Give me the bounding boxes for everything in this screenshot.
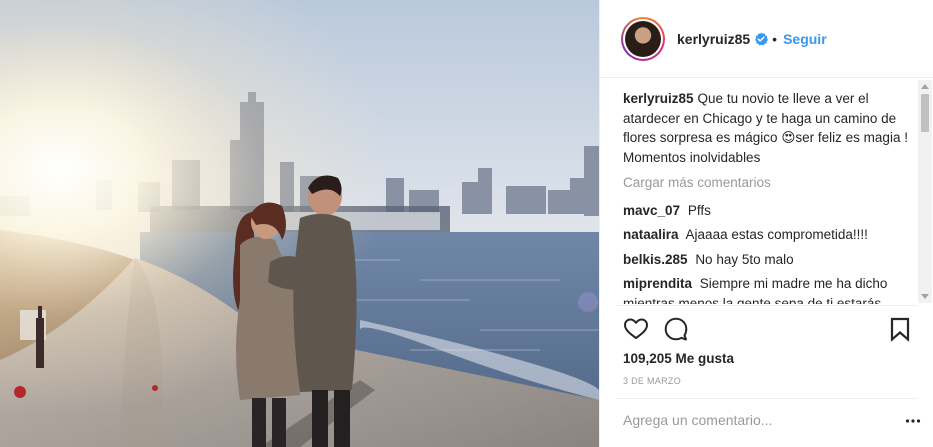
avatar[interactable] <box>621 16 665 61</box>
list-item: nataalira Ajaaaa estas comprometida!!!! <box>623 225 913 245</box>
list-item: belkis.285 No hay 5to malo <box>623 250 913 270</box>
comments-scrollbar[interactable] <box>918 80 932 303</box>
follow-button[interactable]: Seguir <box>783 31 827 47</box>
separator-dot: • <box>772 30 778 47</box>
more-options-icon[interactable] <box>905 413 921 429</box>
post-photo[interactable] <box>0 0 599 447</box>
heart-icon[interactable] <box>623 316 649 342</box>
likes-count[interactable]: 109,205 Me gusta <box>623 351 734 366</box>
heart-eyes-emoji: 😍 <box>781 130 796 145</box>
comment-text: Pffs <box>687 202 711 218</box>
scroll-down-arrow-icon[interactable] <box>921 294 929 299</box>
avatar-border <box>623 18 663 59</box>
scroll-up-arrow-icon[interactable] <box>921 84 929 89</box>
divider <box>616 305 918 306</box>
post-actions <box>623 316 913 344</box>
list-item: miprendita Siempre mi madre me ha dicho … <box>623 274 913 304</box>
comments-list[interactable]: kerlyruiz85 Que tu novio te lleve a ver e… <box>623 89 913 304</box>
caption: kerlyruiz85 Que tu novio te lleve a ver e… <box>623 89 913 167</box>
post-date[interactable]: 3 DE MARZO <box>623 376 681 386</box>
load-more-comments-link[interactable]: Cargar más comentarios <box>623 173 913 193</box>
header-username[interactable]: kerlyruiz85 <box>677 31 750 47</box>
comment-text: No hay 5to malo <box>695 251 794 267</box>
comment-username[interactable]: nataalira <box>623 227 679 242</box>
divider <box>616 398 918 399</box>
comment-bubble-icon[interactable] <box>663 316 689 342</box>
comment-text: Ajaaaa estas comprometida!!!! <box>685 227 868 242</box>
scrollbar-thumb[interactable] <box>921 94 929 132</box>
bookmark-icon[interactable] <box>887 316 913 342</box>
avatar-image <box>625 20 661 57</box>
verified-badge-icon <box>755 32 769 45</box>
comment-username[interactable]: belkis.285 <box>623 252 688 267</box>
post-header: kerlyruiz85 • Seguir <box>600 0 933 78</box>
comment-username[interactable]: mavc_07 <box>623 203 680 218</box>
sunset-couple-photo <box>0 0 599 447</box>
post-side-panel: kerlyruiz85 • Seguir kerlyruiz85 Que tu n… <box>599 0 933 447</box>
add-comment-input[interactable] <box>623 412 903 428</box>
comment-username[interactable]: miprendita <box>623 276 692 291</box>
caption-username[interactable]: kerlyruiz85 <box>623 91 694 106</box>
list-item: mavc_07 Pffs <box>623 201 913 221</box>
